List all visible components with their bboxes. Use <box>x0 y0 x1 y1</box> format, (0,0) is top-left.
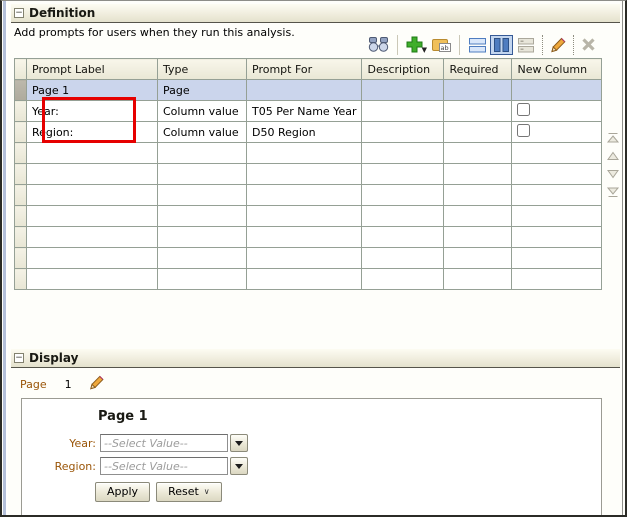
chevron-down-icon <box>235 463 243 469</box>
preview-button[interactable] <box>365 34 392 55</box>
definition-title: Definition <box>29 6 96 20</box>
apply-button-label: Apply <box>107 485 139 498</box>
cell-type: Page <box>157 79 247 101</box>
row-handle[interactable] <box>14 100 27 122</box>
row-handle[interactable] <box>14 121 27 143</box>
page-number: 1 <box>64 377 72 391</box>
new-column-checkbox[interactable] <box>517 103 531 116</box>
cell-description <box>361 79 445 101</box>
toolbar-separator-dotted <box>542 34 543 55</box>
year-dropdown-button[interactable] <box>230 434 248 452</box>
region-field-label: Region: <box>54 459 96 473</box>
move-to-bottom-button[interactable] <box>606 185 620 198</box>
delete-button-disabled[interactable] <box>578 35 599 54</box>
label-button[interactable]: ab <box>429 35 454 55</box>
prompt-preview-panel: Page 1 Year: Region: Apply Reset ∨ <box>21 398 602 515</box>
display-title: Display <box>29 351 79 365</box>
empty-row <box>14 142 603 164</box>
edit-page-button[interactable] <box>88 374 105 394</box>
definition-toolbar: ▼ ab <box>365 32 599 57</box>
pane-splitter <box>3 1 8 515</box>
cell-prompt-for: T05 Per Name Year <box>245 100 363 122</box>
columns-layout-icon <box>494 37 509 52</box>
pencil-icon <box>551 37 566 52</box>
cell-prompt-for <box>245 79 363 101</box>
collapse-icon[interactable]: − <box>14 353 24 363</box>
col-header-required: Required <box>443 58 513 80</box>
cell-type: Column value <box>157 121 247 143</box>
reorder-buttons <box>604 132 622 198</box>
page-label: Page <box>20 377 47 391</box>
cell-new-column <box>511 121 603 143</box>
prompt-editor-window: − Definition Add prompts for users when … <box>0 0 627 517</box>
toolbar-separator <box>396 34 398 55</box>
region-select-input[interactable] <box>100 457 228 475</box>
empty-row <box>14 184 603 206</box>
region-dropdown-button[interactable] <box>230 457 248 475</box>
row-handle[interactable] <box>14 79 27 101</box>
reset-button-label: Reset <box>168 485 199 498</box>
rows-layout-button[interactable] <box>465 35 490 55</box>
year-field-label: Year: <box>69 436 96 450</box>
toolbar-separator <box>459 34 460 55</box>
reset-button[interactable]: Reset ∨ <box>156 482 222 502</box>
prompts-table: Prompt Label Type Prompt For Description… <box>14 58 603 290</box>
display-section-header: − Display <box>11 349 620 368</box>
preview-field-year: Year: <box>22 434 248 452</box>
cell-new-column <box>511 100 603 122</box>
row-handle-header <box>14 58 27 80</box>
cell-description <box>361 121 445 143</box>
rows-layout-icon <box>469 37 486 52</box>
move-up-button[interactable] <box>606 151 620 162</box>
apply-button[interactable]: Apply <box>95 482 151 502</box>
cell-new-column <box>511 79 603 101</box>
reset-caret-icon: ∨ <box>203 487 210 496</box>
definition-section-header: − Definition <box>11 4 620 23</box>
empty-row <box>14 205 603 227</box>
preview-buttons: Apply Reset ∨ <box>95 482 222 502</box>
prompts-table-header-row: Prompt Label Type Prompt For Description… <box>14 58 603 80</box>
preview-field-region: Region: <box>22 457 248 475</box>
col-header-prompt-label: Prompt Label <box>26 58 158 80</box>
year-select-input[interactable] <box>100 434 228 452</box>
chevron-down-icon <box>235 440 243 446</box>
x-icon <box>582 38 595 51</box>
cell-type: Column value <box>157 100 247 122</box>
col-header-new-column: New Column <box>511 58 603 80</box>
empty-row <box>14 163 603 185</box>
pane-right-border <box>622 1 623 515</box>
move-to-top-button[interactable] <box>606 132 620 145</box>
cell-required <box>443 79 513 101</box>
empty-row <box>14 268 603 290</box>
col-header-description: Description <box>361 58 445 80</box>
svg-text:ab: ab <box>441 44 449 52</box>
definition-subtitle: Add prompts for users when they run this… <box>14 26 295 39</box>
columns-layout-button[interactable] <box>490 34 513 55</box>
new-prompt-button[interactable]: ▼ <box>403 34 429 55</box>
new-column-checkbox[interactable] <box>517 124 531 137</box>
empty-row <box>14 226 603 248</box>
folder-label-icon: ab <box>432 38 451 52</box>
binoculars-icon <box>368 37 388 52</box>
pencil-icon <box>89 375 104 390</box>
cell-required <box>443 100 513 122</box>
cell-required <box>443 121 513 143</box>
display-page-row: Page 1 <box>20 374 105 394</box>
compound-layout-button-disabled[interactable] <box>513 35 538 55</box>
annotation-red-box <box>42 97 136 143</box>
edit-button[interactable] <box>547 35 569 55</box>
cell-prompt-for: D50 Region <box>245 121 363 143</box>
move-down-button[interactable] <box>606 168 620 179</box>
col-header-prompt-for: Prompt For <box>245 58 363 80</box>
compound-layout-icon <box>518 37 534 52</box>
col-header-type: Type <box>157 58 247 80</box>
preview-page-heading: Page 1 <box>98 409 148 424</box>
collapse-icon[interactable]: − <box>14 8 24 18</box>
cell-description <box>361 100 445 122</box>
dropdown-caret-icon: ▼ <box>421 45 427 54</box>
empty-row <box>14 247 603 269</box>
toolbar-separator-dotted <box>573 34 574 55</box>
